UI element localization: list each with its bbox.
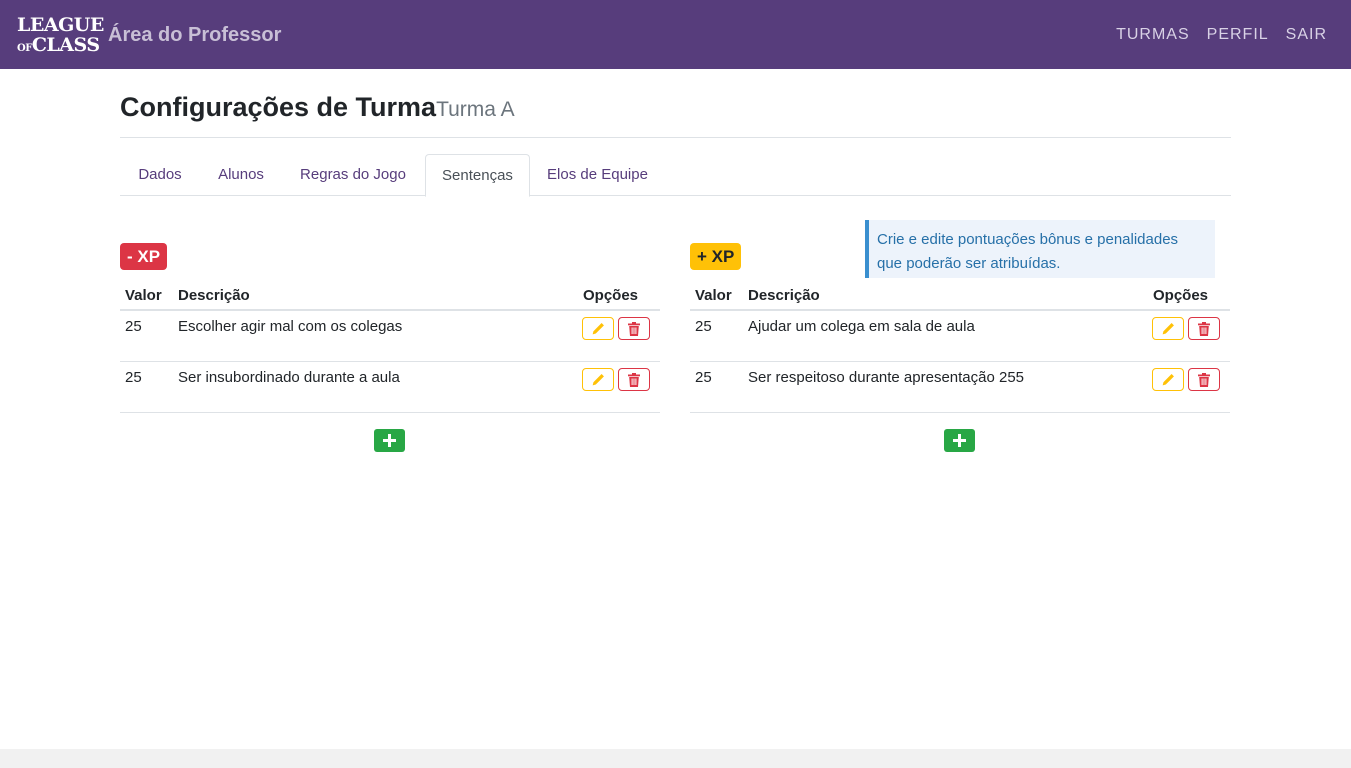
pencil-icon [1162, 322, 1174, 334]
tab-sentencas[interactable]: Sentenças [425, 154, 530, 197]
logo-class: CLASS [31, 34, 100, 56]
row-descricao: Escolher agir mal com os colegas [178, 318, 403, 335]
row-valor: 25 [125, 318, 142, 335]
row-valor: 25 [125, 369, 142, 386]
delete-button[interactable] [1188, 368, 1220, 391]
tab-elos-de-equipe[interactable]: Elos de Equipe [530, 154, 665, 196]
row-descricao: Ajudar um colega em sala de aula [748, 318, 975, 335]
plus-icon [953, 434, 966, 447]
pencil-icon [592, 373, 604, 385]
page-subtitle: Turma A [436, 98, 515, 121]
table-row: 25 Escolher agir mal com os colegas [120, 311, 660, 362]
add-plus-xp-button[interactable] [944, 429, 975, 452]
col-descricao: Descrição [178, 287, 250, 304]
page-heading: Configurações de TurmaTurma A [120, 92, 515, 123]
nav-sair[interactable]: SAIR [1286, 26, 1327, 44]
logo-line2: OFCLASS [17, 34, 100, 56]
plus-xp-badge: + XP [690, 243, 742, 270]
pencil-icon [1162, 373, 1174, 385]
minus-xp-table-header: Valor Descrição Opções [120, 284, 660, 311]
add-minus-xp-button[interactable] [374, 429, 405, 452]
tab-bar: Dados Alunos Regras do Jogo Sentenças El… [120, 154, 1231, 197]
col-descricao: Descrição [748, 287, 820, 304]
nav-turmas[interactable]: TURMAS [1116, 26, 1190, 44]
col-valor: Valor [125, 287, 162, 304]
trash-icon [1198, 321, 1210, 336]
col-opcoes: Opções [1153, 287, 1209, 304]
delete-button[interactable] [618, 368, 650, 391]
col-opcoes: Opções [583, 287, 639, 304]
nav-links: TURMAS PERFIL SAIR [1116, 26, 1327, 44]
logo-line1: LEAGUE [17, 14, 104, 36]
logo-of: OF [17, 43, 32, 54]
nav-perfil[interactable]: PERFIL [1207, 26, 1269, 44]
top-navbar: LEAGUE OFCLASS Área do Professor TURMAS … [0, 0, 1351, 69]
minus-xp-badge: - XP [120, 243, 168, 270]
page-title: Configurações de Turma [120, 92, 437, 122]
league-of-class-logo[interactable]: LEAGUE OFCLASS [17, 14, 104, 56]
heading-divider [120, 137, 1231, 138]
plus-icon [383, 434, 396, 447]
brand-title: Área do Professor [108, 24, 282, 46]
row-valor: 25 [695, 318, 712, 335]
table-row: 25 Ajudar um colega em sala de aula [690, 311, 1230, 362]
row-descricao: Ser respeitoso durante apresentação 255 [748, 369, 1025, 386]
table-row: 25 Ser respeitoso durante apresentação 2… [690, 362, 1230, 413]
pencil-icon [592, 322, 604, 334]
row-descricao: Ser insubordinado durante a aula [178, 369, 400, 386]
edit-button[interactable] [1152, 317, 1184, 340]
table-row: 25 Ser insubordinado durante a aula [120, 362, 660, 413]
tab-regras-do-jogo[interactable]: Regras do Jogo [282, 154, 424, 196]
plus-xp-table-header: Valor Descrição Opções [690, 284, 1230, 311]
tab-dados[interactable]: Dados [120, 154, 200, 196]
edit-button[interactable] [1152, 368, 1184, 391]
edit-button[interactable] [582, 368, 614, 391]
trash-icon [628, 321, 640, 336]
info-callout: Crie e edite pontuações bônus e penalida… [865, 220, 1215, 278]
footer-bar [0, 749, 1351, 768]
delete-button[interactable] [618, 317, 650, 340]
tab-alunos[interactable]: Alunos [200, 154, 282, 196]
col-valor: Valor [695, 287, 732, 304]
trash-icon [628, 372, 640, 387]
trash-icon [1198, 372, 1210, 387]
row-valor: 25 [695, 369, 712, 386]
edit-button[interactable] [582, 317, 614, 340]
delete-button[interactable] [1188, 317, 1220, 340]
